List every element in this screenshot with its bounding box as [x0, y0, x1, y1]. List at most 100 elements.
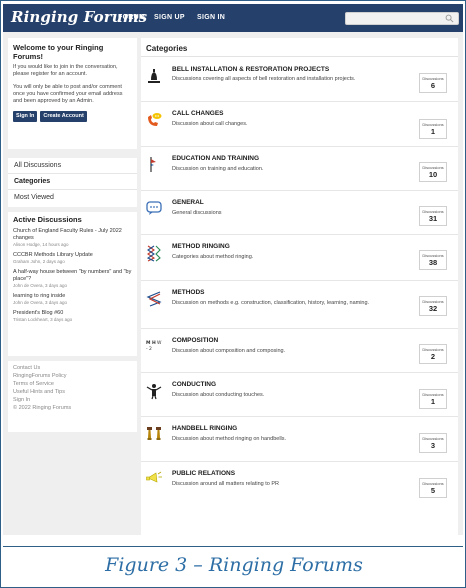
svg-text:- 2: - 2 [146, 346, 152, 352]
category-name[interactable]: HANDBELL RINGING [172, 425, 237, 432]
discussion-count: Discussions 1 [419, 389, 447, 409]
footer-link-policy[interactable]: RingingForums Policy [13, 372, 132, 380]
category-name[interactable]: PUBLIC RELATIONS [172, 470, 235, 477]
method-lines-icon [146, 245, 161, 262]
method-blue-line-icon [146, 291, 162, 307]
discussion-count: Discussions 2 [419, 344, 447, 364]
welcome-panel: Welcome to your Ringing Forums! If you w… [8, 38, 137, 149]
chat-bubble-icon [146, 201, 162, 215]
count-value: 1 [430, 127, 436, 136]
discussion-count: Discussions 38 [419, 250, 447, 270]
discussion-meta: Graham John, 2 days ago [13, 259, 65, 264]
footer-link-hints[interactable]: Useful Hints and Tips [13, 388, 132, 396]
discussion-count: Discussions 32 [419, 296, 447, 316]
search-icon[interactable] [445, 14, 454, 23]
discussion-link[interactable]: President's Blog #60 [13, 310, 132, 317]
nav-forum[interactable]: FORUM [118, 14, 145, 21]
category-row[interactable]: GENERAL General discussions Discussions … [141, 190, 458, 234]
category-row[interactable]: BELL INSTALLATION & RESTORATION PROJECTS… [141, 57, 458, 101]
discussion-count: Discussions 31 [419, 206, 447, 226]
list-item: President's Blog #60 Tristan Lockheart, … [13, 310, 132, 323]
create-account-button[interactable]: Create Account [40, 111, 87, 122]
category-row[interactable]: CALL CHANGES Discussion about call chang… [141, 101, 458, 146]
category-row[interactable]: PUBLIC RELATIONS Discussion around all m… [141, 461, 458, 505]
category-row[interactable]: EDUCATION AND TRAINING Discussion on tra… [141, 146, 458, 190]
conductor-icon [146, 384, 162, 400]
nav-sign-in[interactable]: SIGN IN [197, 14, 225, 21]
category-description: Discussion about composition and composi… [172, 348, 286, 354]
row-divider [141, 461, 458, 462]
bell-frame-icon [148, 69, 160, 83]
sidebar-nav: All Discussions Categories Most Viewed [8, 158, 137, 207]
list-item: Church of England Faculty Rules - July 2… [13, 228, 132, 248]
row-divider [141, 416, 458, 417]
footer-link-sign-in[interactable]: Sign In [13, 396, 132, 404]
page-title: Categories [146, 44, 188, 53]
svg-text:M H: M H [146, 340, 156, 346]
category-row[interactable]: HANDBELL RINGING Discussion about method… [141, 416, 458, 461]
list-item: A half-way house between "by numbers" an… [13, 269, 132, 289]
sidebar-item-all-discussions[interactable]: All Discussions [8, 158, 137, 174]
welcome-buttons: Sign In Create Account [13, 111, 132, 122]
svg-text:W: W [157, 340, 162, 346]
nav-sign-up[interactable]: SIGN UP [154, 14, 185, 21]
category-description: General discussions [172, 210, 222, 216]
active-discussions-title: Active Discussions [13, 215, 82, 224]
categories-main: Categories BELL INSTALLATION & RESTORATI… [141, 38, 458, 535]
category-name[interactable]: METHODS [172, 289, 205, 296]
handbells-icon [147, 427, 161, 440]
search-input[interactable] [345, 12, 459, 25]
discussion-count: Discussions 10 [419, 162, 447, 182]
count-value: 2 [430, 352, 436, 361]
discussion-link[interactable]: learning to ring inside [13, 293, 132, 300]
category-name[interactable]: COMPOSITION [172, 337, 218, 344]
footer-link-contact[interactable]: Contact Us [13, 364, 132, 372]
category-row[interactable]: METHODS Discussion on methods e.g. const… [141, 280, 458, 328]
category-row[interactable]: CONDUCTING Discussion about conducting t… [141, 372, 458, 416]
category-row[interactable]: M H W - 2 COMPOSITION Discussion about c… [141, 328, 458, 372]
discussion-count: Discussions 6 [419, 73, 447, 93]
top-navbar: Ringing Forums FORUM SIGN UP SIGN IN [3, 4, 463, 32]
discussion-count: Discussions 3 [419, 433, 447, 453]
category-description: Discussion on training and education. [172, 166, 264, 172]
row-divider [141, 328, 458, 329]
discussion-meta: John de Overa, 3 days ago [13, 300, 68, 305]
discussion-meta: Alison Hodge, 14 hours ago [13, 242, 69, 247]
category-name[interactable]: BELL INSTALLATION & RESTORATION PROJECTS [172, 66, 329, 73]
category-name[interactable]: CONDUCTING [172, 381, 216, 388]
bell-rope-icon [150, 157, 156, 172]
category-description: Discussion about conducting touches. [172, 392, 265, 398]
sign-in-button[interactable]: Sign In [13, 111, 38, 122]
category-description: Discussion on methods e.g. construction,… [172, 300, 370, 306]
active-discussions-panel: Active Discussions Church of England Fac… [8, 212, 137, 356]
category-name[interactable]: METHOD RINGING [172, 243, 230, 250]
discussion-meta: Tristan Lockheart, 3 days ago [13, 317, 73, 322]
category-description: Discussion around all matters relating t… [172, 481, 279, 487]
category-name[interactable]: EDUCATION AND TRAINING [172, 155, 259, 162]
composition-icon: M H W - 2 [146, 340, 162, 352]
category-description: Discussion about call changes. [172, 121, 248, 127]
megaphone-icon [146, 471, 162, 483]
footer-links-panel: Contact Us RingingForums Policy Terms of… [8, 361, 137, 432]
category-row[interactable]: METHOD RINGING Categories about method r… [141, 234, 458, 280]
row-divider [141, 280, 458, 281]
category-name[interactable]: CALL CHANGES [172, 110, 224, 117]
caption-divider [3, 546, 463, 547]
category-name[interactable]: GENERAL [172, 199, 204, 206]
discussion-count: Discussions 1 [419, 119, 447, 139]
sidebar-item-categories[interactable]: Categories [8, 174, 137, 190]
discussion-link[interactable]: CCCBR Methods Library Update [13, 252, 132, 259]
discussion-link[interactable]: Church of England Faculty Rules - July 2… [13, 228, 132, 242]
welcome-title: Welcome to your Ringing Forums! [13, 43, 104, 61]
sidebar-item-most-viewed[interactable]: Most Viewed [8, 190, 137, 206]
row-divider [141, 234, 458, 235]
discussion-link[interactable]: A half-way house between "by numbers" an… [13, 269, 132, 283]
list-item: learning to ring inside John de Overa, 3… [13, 293, 132, 306]
discussion-count: Discussions 5 [419, 478, 447, 498]
count-value: 38 [428, 258, 438, 267]
category-description: Discussion about method ringing on handb… [172, 436, 287, 442]
count-value: 1 [430, 397, 436, 406]
footer-link-terms[interactable]: Terms of Service [13, 380, 132, 388]
discussion-meta: John de Overa, 3 days ago [13, 283, 68, 288]
list-item: CCCBR Methods Library Update Graham John… [13, 252, 132, 265]
